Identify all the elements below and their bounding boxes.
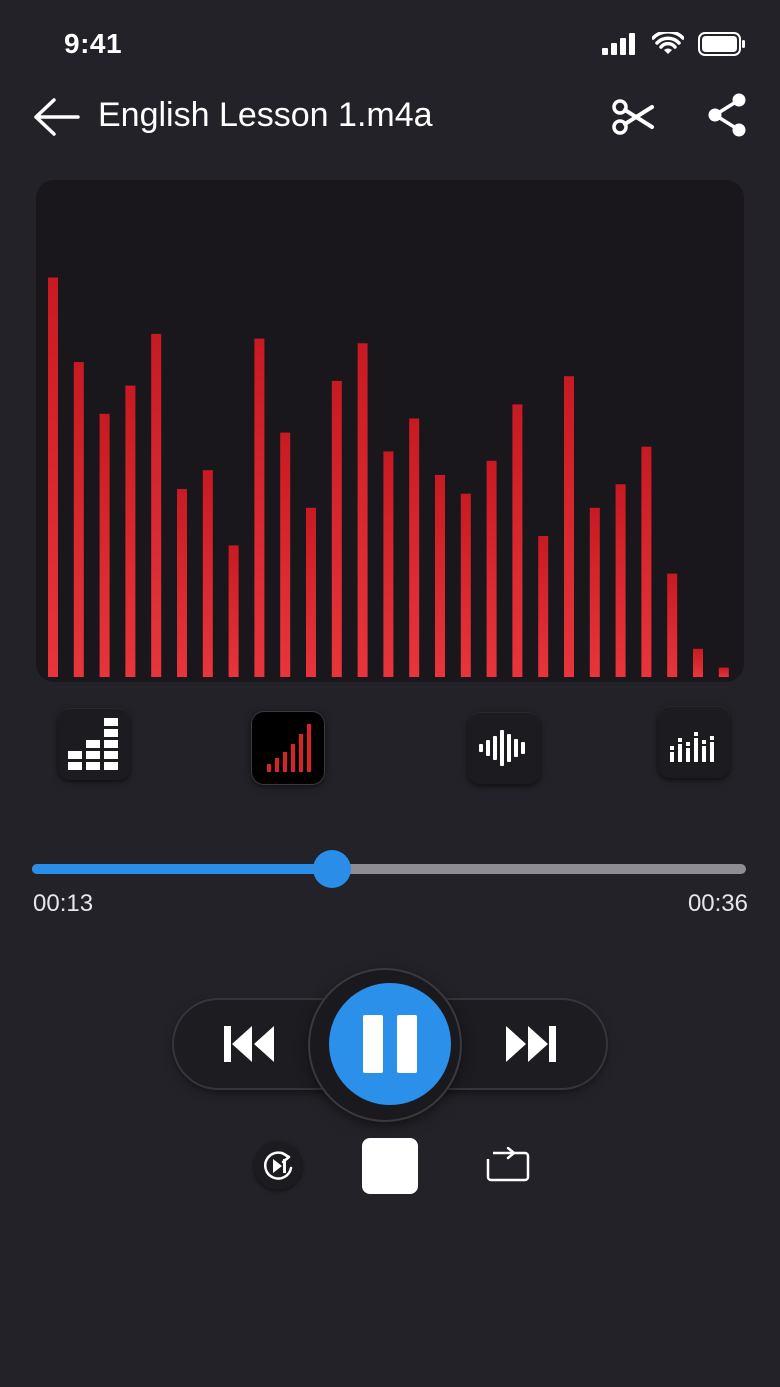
next-button[interactable] xyxy=(492,1014,568,1074)
spectrum-bar xyxy=(409,418,420,677)
rising-bars-mode-button[interactable] xyxy=(252,712,324,784)
spectrum-bar xyxy=(667,573,678,677)
spectrum-bar xyxy=(280,432,291,677)
spectrum-bar xyxy=(383,451,394,677)
replay-button[interactable] xyxy=(254,1142,302,1190)
blocks-mode-button[interactable] xyxy=(58,708,130,780)
total-time: 00:36 xyxy=(687,890,748,917)
status-time: 9:41 xyxy=(64,28,123,59)
spectrum-bar xyxy=(331,380,342,677)
progress-thumb[interactable] xyxy=(312,850,351,888)
waveform-mode-button[interactable] xyxy=(468,712,540,784)
spectrum-bar xyxy=(486,460,497,677)
spectrum-bar xyxy=(202,470,213,677)
progress-fill xyxy=(32,864,332,874)
spectrum-bar xyxy=(693,648,703,677)
spectrum-visualizer xyxy=(36,180,744,682)
current-time: 00:13 xyxy=(33,890,94,917)
page-title: English Lesson 1.m4a xyxy=(98,96,433,134)
spectrum-bar xyxy=(460,493,471,677)
spectrum-bar xyxy=(73,362,84,677)
spectrum-bar xyxy=(357,343,368,677)
share-button[interactable] xyxy=(704,92,750,138)
spectrum-bar xyxy=(641,446,652,677)
waveform-icon xyxy=(479,730,525,766)
dotted-bars-icon xyxy=(670,732,714,762)
spectrum-bar xyxy=(589,507,600,677)
repeat-icon xyxy=(486,1147,530,1182)
progress-slider[interactable] xyxy=(32,850,746,888)
dots-bars-mode-button[interactable] xyxy=(658,706,730,778)
spectrum-bar xyxy=(306,507,316,677)
spectrum-bar xyxy=(48,277,58,677)
spectrum-bar xyxy=(564,376,574,677)
pause-button[interactable] xyxy=(329,983,451,1105)
spectrum-bar xyxy=(435,474,445,677)
skip-next-icon xyxy=(506,1026,556,1062)
pause-icon xyxy=(363,1015,383,1073)
trim-button[interactable] xyxy=(608,94,658,140)
spectrum-bar xyxy=(512,404,523,677)
red-rising-bars-icon xyxy=(267,724,311,772)
back-button[interactable] xyxy=(32,94,82,140)
stacked-blocks-icon xyxy=(68,718,118,770)
previous-button[interactable] xyxy=(212,1014,288,1074)
spectrum-bar xyxy=(228,545,239,677)
wifi-icon xyxy=(652,32,684,54)
spectrum-bar xyxy=(177,489,187,677)
spectrum-bar xyxy=(99,413,110,677)
arrow-left-icon xyxy=(34,98,80,136)
spectrum-bar xyxy=(254,338,265,677)
cellular-signal-icon xyxy=(602,33,635,55)
stop-button[interactable] xyxy=(362,1138,418,1194)
share-icon xyxy=(708,93,746,137)
spectrum-bar xyxy=(615,484,626,677)
repeat-button[interactable] xyxy=(484,1144,532,1186)
spectrum-bar xyxy=(718,667,729,677)
spectrum-bar xyxy=(125,385,136,677)
skip-previous-icon xyxy=(224,1026,274,1062)
scissors-icon xyxy=(612,99,654,135)
status-icons xyxy=(602,32,746,56)
spectrum-bars xyxy=(48,277,729,677)
spectrum-bar xyxy=(538,536,549,677)
spectrum-bar xyxy=(151,333,162,677)
audio-player-screen: 9:41 English Lesson 1.m4a 00:13 00:36 xyxy=(0,0,780,1387)
battery-icon xyxy=(698,32,745,56)
replay-icon xyxy=(263,1151,293,1180)
